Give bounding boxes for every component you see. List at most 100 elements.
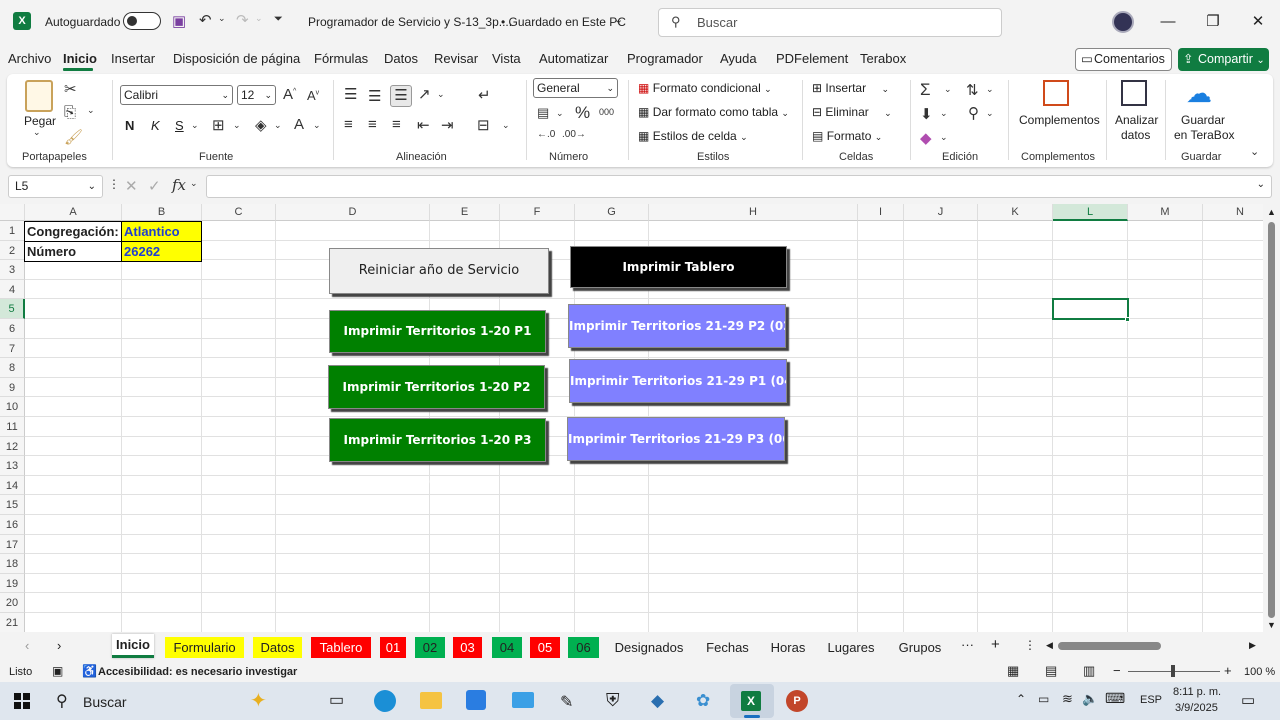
comments-button[interactable]: ▭ Comentarios <box>1075 48 1172 71</box>
increase-indent-icon[interactable]: ⇥ <box>441 116 454 134</box>
scroll-up-icon[interactable]: ▲ <box>1267 207 1276 217</box>
font-color-dropdown-icon[interactable]: ⌄ <box>313 120 321 131</box>
print-board-button[interactable]: Imprimir Tablero <box>570 246 787 288</box>
sheet-tab-lugares[interactable]: Lugares <box>820 637 882 658</box>
more-options-icon[interactable]: ⋮ <box>108 177 120 191</box>
row-header-14[interactable]: 14 <box>0 475 25 496</box>
copilot-sparkle-icon[interactable]: ✦ <box>250 688 267 713</box>
format-cells-button[interactable]: ▤ Formato ⌄ <box>812 129 882 143</box>
find-dropdown-icon[interactable]: ⌄ <box>986 108 994 119</box>
cell-b2[interactable]: 26262 <box>121 241 202 262</box>
row-header-4[interactable]: 4 <box>0 279 25 300</box>
vertical-scrollbar[interactable]: ▲ ▼ <box>1263 204 1280 632</box>
sheet-tab-01[interactable]: 01 <box>380 637 406 658</box>
wifi-icon[interactable]: ≋ <box>1062 691 1073 707</box>
borders-dropdown-icon[interactable]: ⌄ <box>233 120 241 131</box>
menu-tab-pdfelement[interactable]: PDFelement <box>776 51 848 66</box>
clock-time[interactable]: 8:11 p. m. <box>1173 686 1221 698</box>
text-orientation-icon[interactable]: ↗ <box>418 85 431 103</box>
security-icon[interactable]: ⛨ <box>606 690 620 711</box>
row-header-21[interactable]: 21 <box>0 613 25 632</box>
add-sheet-icon[interactable]: + <box>991 636 1000 653</box>
powerpoint-icon[interactable]: P <box>786 690 808 712</box>
prev-sheet-icon[interactable]: ‹ <box>25 638 29 653</box>
align-right-icon[interactable]: ≡ <box>392 116 401 133</box>
row-header-17[interactable]: 17 <box>0 534 25 555</box>
paste-button[interactable]: Pegar <box>24 114 56 128</box>
column-header-g[interactable]: G <box>575 204 649 221</box>
fill-dropdown-icon[interactable]: ⌄ <box>274 120 282 131</box>
chevron-down-icon[interactable]: ⌄ <box>614 13 623 26</box>
menu-tab-fórmulas[interactable]: Fórmulas <box>314 51 368 66</box>
thousands-icon[interactable]: 000 <box>599 107 614 117</box>
sheet-tab-grupos[interactable]: Grupos <box>890 637 950 658</box>
name-box[interactable]: L5 ⌄ <box>8 175 103 198</box>
taskbar-search[interactable]: Buscar <box>83 694 127 710</box>
insert-function-icon[interactable]: fx <box>172 176 186 194</box>
autosum-dropdown-icon[interactable]: ⌄ <box>944 84 952 95</box>
app2-icon[interactable]: ✎ <box>560 692 573 712</box>
zoom-out-icon[interactable]: − <box>1113 663 1121 678</box>
windows-start-icon[interactable] <box>14 693 30 709</box>
align-top-icon[interactable]: ☰ <box>344 85 357 103</box>
sheet-tab-tablero[interactable]: Tablero <box>311 637 371 658</box>
clear-dropdown-icon[interactable]: ⌄ <box>940 132 948 143</box>
row-header-13[interactable]: 13 <box>0 456 25 476</box>
fill-color-icon[interactable]: ◈ <box>255 116 267 134</box>
underline-button[interactable]: S <box>175 118 184 133</box>
collapse-ribbon-icon[interactable]: ⌄ <box>1250 145 1259 158</box>
scroll-thumb[interactable] <box>1268 222 1275 618</box>
decrease-decimal-icon[interactable]: .00→ <box>562 129 586 140</box>
increase-decimal-icon[interactable]: ←.0 <box>537 129 555 140</box>
sheet-tab-05[interactable]: 05 <box>530 637 560 658</box>
battery-icon[interactable]: ▭ <box>1038 692 1049 706</box>
cell-a1[interactable]: Congregación: <box>24 221 122 242</box>
volume-icon[interactable]: 🔈 <box>1082 691 1098 707</box>
undo-dropdown-icon[interactable]: ⌄ <box>218 13 226 24</box>
menu-tab-vista[interactable]: Vista <box>492 51 521 66</box>
hscroll-right-icon[interactable]: ▶ <box>1249 640 1256 651</box>
selected-cell-l5[interactable] <box>1052 298 1129 320</box>
accessibility-status[interactable]: Accesibilidad: es necesario investigar <box>98 666 297 678</box>
task-view-icon[interactable]: ▭ <box>329 690 344 710</box>
row-header-10[interactable]: 10 <box>0 397 25 417</box>
minimize-icon[interactable]: — <box>1153 8 1183 36</box>
sort-filter-icon[interactable]: ⇅ <box>966 81 979 99</box>
zoom-slider-thumb[interactable] <box>1171 665 1175 677</box>
menu-tab-insertar[interactable]: Insertar <box>111 51 155 66</box>
column-header-b[interactable]: B <box>122 204 202 221</box>
show-hidden-icons[interactable]: ⌃ <box>1016 692 1026 706</box>
row-header-7[interactable]: 7 <box>0 338 25 359</box>
increase-font-icon[interactable]: A^ <box>283 86 296 103</box>
avatar[interactable] <box>1112 11 1134 33</box>
sheet-tab-02[interactable]: 02 <box>415 637 445 658</box>
undo-icon[interactable]: ↶ <box>199 11 212 29</box>
next-sheet-icon[interactable]: › <box>57 638 61 653</box>
merge-dropdown-icon[interactable]: ⌄ <box>502 120 510 131</box>
accessibility-icon[interactable]: ♿ <box>82 664 97 678</box>
sheet-tab-designados[interactable]: Designados <box>604 637 694 658</box>
app3-icon[interactable]: ◆ <box>651 691 664 711</box>
font-size-select[interactable]: 12 ⌄ <box>237 85 276 105</box>
orientation-dropdown-icon[interactable]: ⌄ <box>437 89 445 100</box>
fill-icon[interactable]: ⬇ <box>920 105 933 123</box>
sheet-tab-fechas[interactable]: Fechas <box>699 637 756 658</box>
tab-options-icon[interactable]: ⋮ <box>1024 638 1036 652</box>
function-dropdown-icon[interactable]: ⌄ <box>190 178 198 189</box>
cancel-formula-icon[interactable]: ✕ <box>125 177 138 195</box>
hscroll-thumb[interactable] <box>1058 642 1161 650</box>
column-header-l[interactable]: L <box>1053 204 1128 221</box>
macro-record-icon[interactable]: ▣ <box>52 664 63 678</box>
bold-button[interactable]: N <box>125 118 134 133</box>
column-header-e[interactable]: E <box>430 204 500 221</box>
sheet-tab-inicio[interactable]: Inicio <box>112 634 154 658</box>
number-format-select[interactable]: General ⌄ <box>533 78 618 98</box>
menu-tab-archivo[interactable]: Archivo <box>8 51 51 66</box>
print-territories-21-29-p1-button[interactable]: Imprimir Territorios 21-29 P1 (04 <box>569 359 787 403</box>
addins-icon[interactable] <box>1043 80 1069 106</box>
taskbar-search-icon[interactable]: ⚲ <box>56 691 68 711</box>
row-header-6[interactable]: 6 <box>0 319 25 339</box>
merge-center-icon[interactable]: ⊟ <box>477 116 490 134</box>
redo-icon[interactable]: ↷ <box>236 11 249 29</box>
save-terabox-label-2[interactable]: en TeraBox <box>1174 128 1235 142</box>
